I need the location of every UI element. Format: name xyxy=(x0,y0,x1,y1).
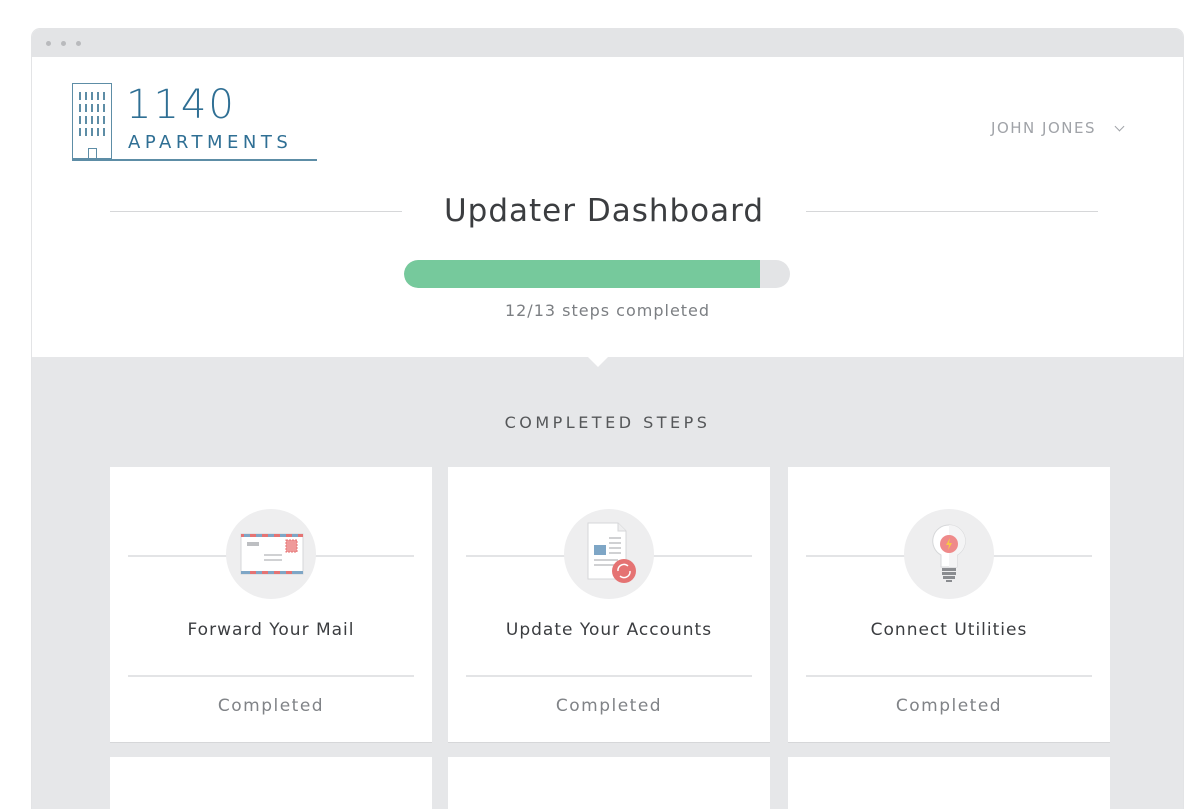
logo-number: 1140 xyxy=(126,82,236,128)
chevron-down-icon xyxy=(1114,121,1125,131)
window-dot-icon xyxy=(61,41,66,46)
step-card[interactable] xyxy=(788,757,1110,809)
card-title: Connect Utilities xyxy=(870,620,1028,640)
step-card[interactable] xyxy=(448,757,770,809)
user-menu[interactable]: JOHN JONES xyxy=(991,119,1125,137)
card-status: Completed xyxy=(217,696,325,716)
step-card[interactable] xyxy=(110,757,432,809)
section-notch xyxy=(588,357,608,367)
step-card-forward-mail[interactable]: Forward Your Mail Completed xyxy=(110,467,432,742)
window-chrome xyxy=(32,29,1183,57)
completed-steps-section: COMPLETED STEPS Forward Your Mail Comple… xyxy=(32,357,1183,809)
building-icon xyxy=(72,83,112,159)
window-dot-icon xyxy=(46,41,51,46)
window-dot-icon xyxy=(76,41,81,46)
property-logo[interactable]: 1140 APARTMENTS xyxy=(72,82,320,163)
lightbulb-icon xyxy=(904,509,994,599)
card-title: Forward Your Mail xyxy=(187,620,355,640)
step-card-connect-utilities[interactable]: Connect Utilities Completed xyxy=(788,467,1110,742)
envelope-icon xyxy=(226,509,316,599)
card-title: Update Your Accounts xyxy=(505,620,713,640)
dashboard-title-row: Updater Dashboard xyxy=(110,193,1098,237)
progress-fill xyxy=(404,260,761,288)
document-sync-icon xyxy=(564,509,654,599)
card-status: Completed xyxy=(555,696,663,716)
step-card-update-accounts[interactable]: Update Your Accounts Completed xyxy=(448,467,770,742)
logo-name: APARTMENTS xyxy=(128,132,293,153)
user-name: JOHN JONES xyxy=(991,119,1096,137)
progress-bar xyxy=(404,260,790,288)
section-title: COMPLETED STEPS xyxy=(504,413,711,432)
steps-completed-text: 12/13 steps completed xyxy=(504,301,711,320)
browser-window: 1140 APARTMENTS JOHN JONES Updater Dashb… xyxy=(32,29,1183,809)
dashboard-header: 1140 APARTMENTS JOHN JONES Updater Dashb… xyxy=(32,57,1183,357)
title-divider xyxy=(806,211,1098,212)
card-status: Completed xyxy=(895,696,1003,716)
